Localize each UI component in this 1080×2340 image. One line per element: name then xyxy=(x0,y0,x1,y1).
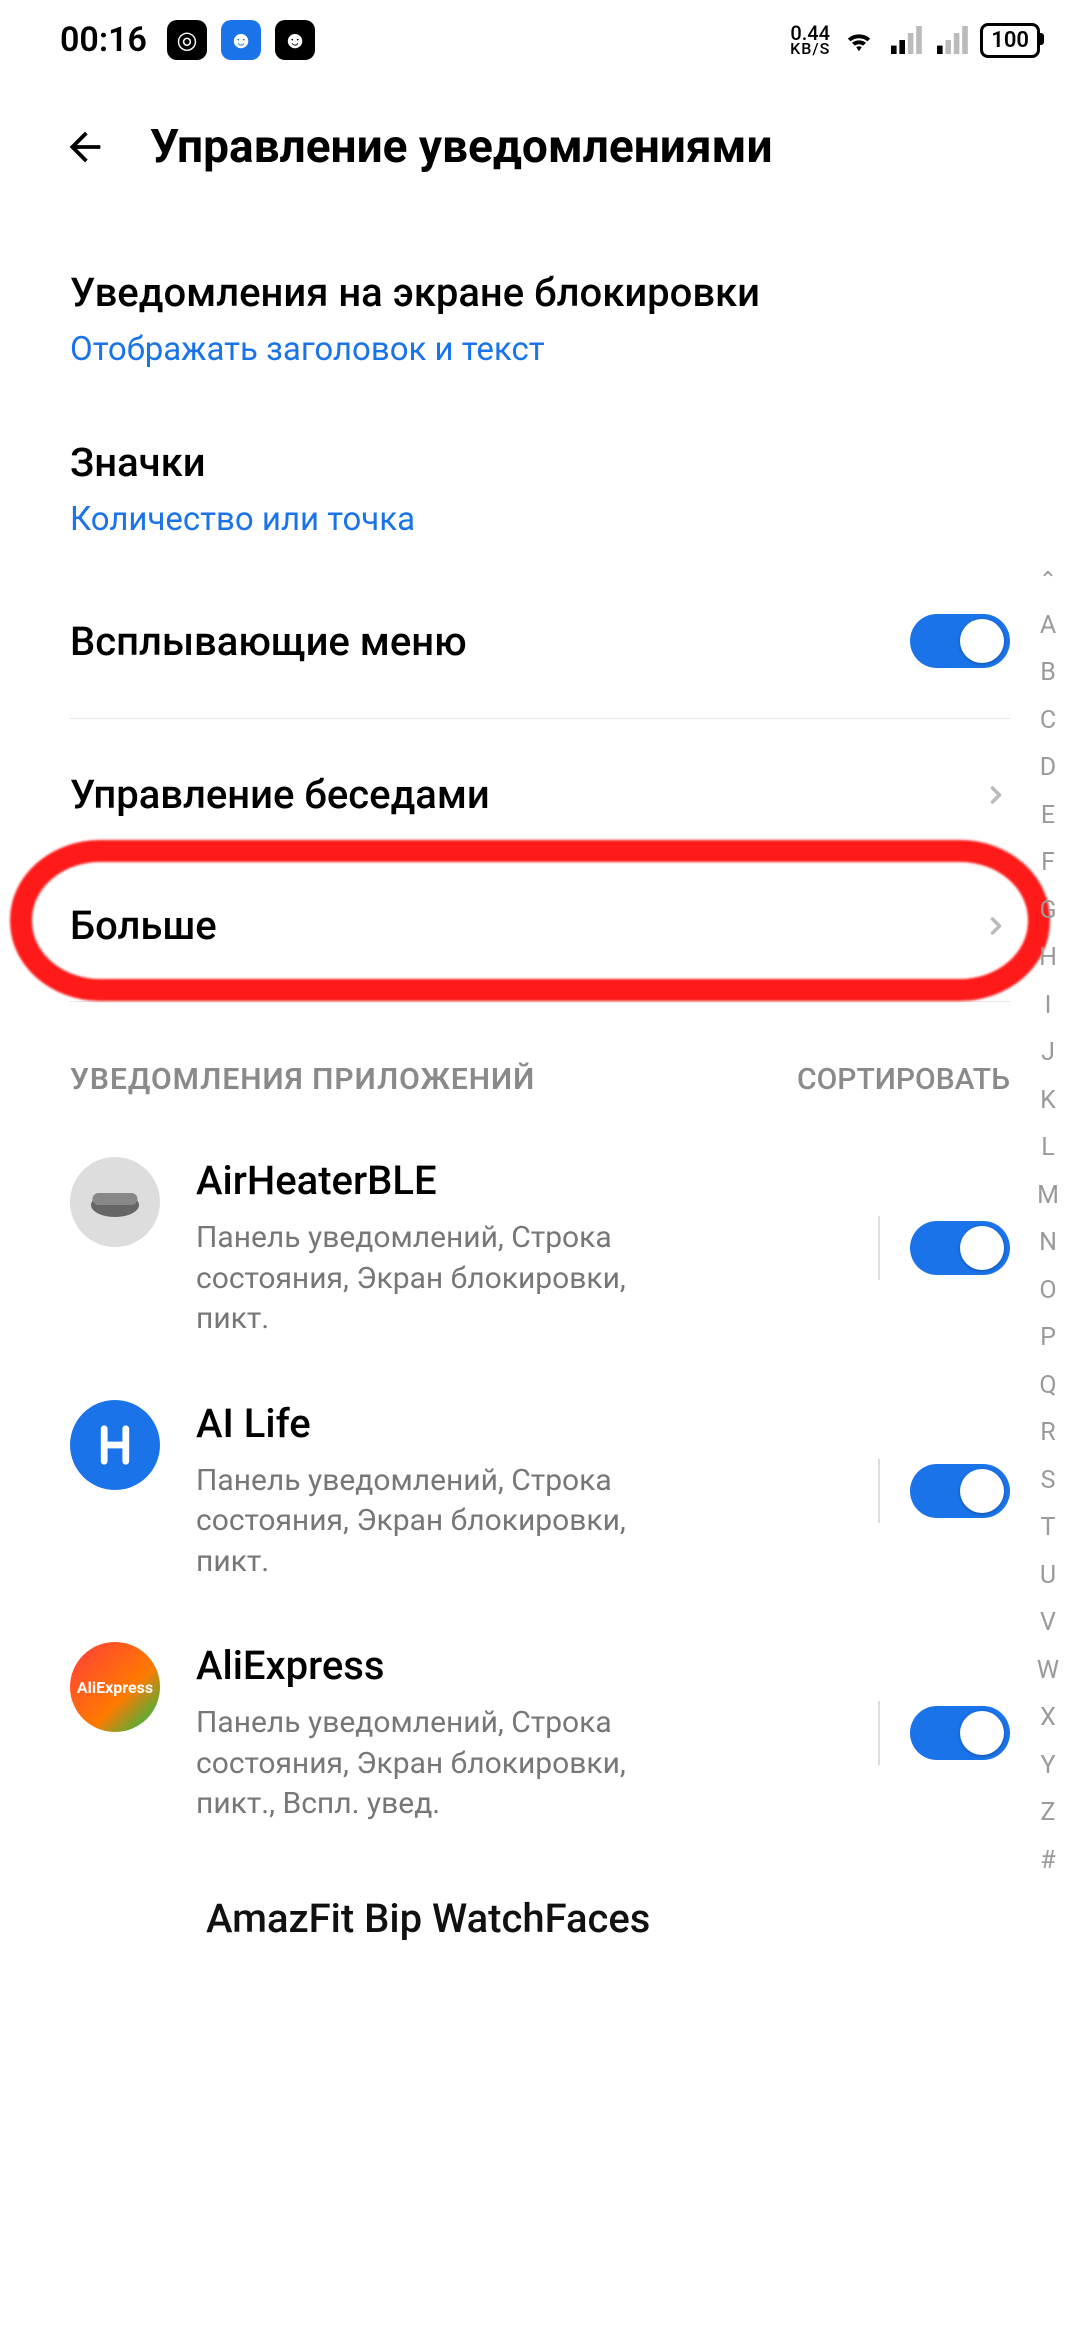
notif-icon-3: ☻ xyxy=(275,20,315,60)
alpha-letter[interactable]: W xyxy=(1030,1647,1066,1695)
scroll-top-icon[interactable]: ⌃ xyxy=(1030,560,1066,602)
network-speed-unit: KB/S xyxy=(790,42,830,56)
alpha-letter[interactable]: V xyxy=(1030,1599,1066,1647)
alpha-letter[interactable]: C xyxy=(1030,697,1066,745)
alpha-letter[interactable]: N xyxy=(1030,1219,1066,1267)
app-subtitle: Панель уведомлений, Строка состояния, Эк… xyxy=(196,1218,636,1340)
app-icon xyxy=(70,1157,160,1247)
row-badges[interactable]: Значки Количество или точка xyxy=(70,404,1010,574)
page-header: Управление уведомлениями xyxy=(0,80,1080,234)
app-subtitle: Панель уведомлений, Строка состояния, Эк… xyxy=(196,1461,636,1583)
row-subtitle: Отображать заголовок и текст xyxy=(70,330,1010,369)
signal-icon-1 xyxy=(888,26,922,54)
alpha-letter[interactable]: O xyxy=(1030,1267,1066,1315)
row-more[interactable]: Больше xyxy=(70,860,1010,991)
alpha-letter[interactable]: I xyxy=(1030,982,1066,1030)
status-notification-icons: ◎ ☻ ☻ xyxy=(167,20,315,60)
alpha-letter[interactable]: K xyxy=(1030,1077,1066,1125)
status-time: 00:16 xyxy=(60,20,147,60)
alpha-letter[interactable]: M xyxy=(1030,1172,1066,1220)
app-toggle[interactable] xyxy=(910,1706,1010,1760)
alpha-letter[interactable]: A xyxy=(1030,602,1066,650)
app-name: AmazFit Bip WatchFaces xyxy=(206,1895,650,1942)
wifi-icon xyxy=(842,26,876,54)
alpha-letter[interactable]: D xyxy=(1030,744,1066,792)
section-label: УВЕДОМЛЕНИЯ ПРИЛОЖЕНИЙ xyxy=(70,1062,535,1097)
app-icon xyxy=(70,1400,160,1490)
alpha-letter[interactable]: P xyxy=(1030,1314,1066,1362)
popup-toggle[interactable] xyxy=(910,614,1010,668)
alpha-letter[interactable]: Y xyxy=(1030,1742,1066,1790)
row-popup-menus[interactable]: Всплывающие меню xyxy=(70,574,1010,708)
row-conversation-management[interactable]: Управление беседами xyxy=(70,729,1010,860)
app-subtitle: Панель уведомлений, Строка состояния, Эк… xyxy=(196,1703,636,1825)
network-speed: 0.44 KB/S xyxy=(790,24,830,56)
notif-icon-2: ☻ xyxy=(221,20,261,60)
status-bar: 00:16 ◎ ☻ ☻ 0.44 KB/S xyxy=(0,0,1080,80)
alpha-letter[interactable]: T xyxy=(1030,1504,1066,1552)
chevron-right-icon xyxy=(982,781,1010,809)
alpha-letter[interactable]: H xyxy=(1030,934,1066,982)
alpha-letter[interactable]: X xyxy=(1030,1694,1066,1742)
row-title: Управление беседами xyxy=(70,771,490,818)
app-name: AI Life xyxy=(196,1400,842,1447)
alpha-letter[interactable]: B xyxy=(1030,649,1066,697)
divider xyxy=(70,1001,1010,1002)
alpha-letter[interactable]: U xyxy=(1030,1552,1066,1600)
row-subtitle: Количество или точка xyxy=(70,500,1010,539)
row-title: Значки xyxy=(70,439,1010,486)
app-icon: AliExpress xyxy=(70,1642,160,1732)
separator xyxy=(878,1701,880,1765)
separator xyxy=(878,1216,880,1280)
row-title: Всплывающие меню xyxy=(70,618,467,665)
app-row-ailife[interactable]: AI Life Панель уведомлений, Строка состо… xyxy=(70,1370,1010,1613)
app-name: AirHeaterBLE xyxy=(196,1157,842,1204)
row-title: Больше xyxy=(70,902,217,949)
alpha-letter[interactable]: F xyxy=(1030,839,1066,887)
app-notifications-section-header: УВЕДОМЛЕНИЯ ПРИЛОЖЕНИЙ СОРТИРОВАТЬ xyxy=(70,1012,1010,1127)
alpha-letter[interactable]: E xyxy=(1030,792,1066,840)
chevron-right-icon xyxy=(982,912,1010,940)
app-row-airheaterble[interactable]: AirHeaterBLE Панель уведомлений, Строка … xyxy=(70,1127,1010,1370)
alpha-letter[interactable]: Q xyxy=(1030,1362,1066,1410)
separator xyxy=(878,1459,880,1523)
alpha-letter[interactable]: R xyxy=(1030,1409,1066,1457)
sort-button[interactable]: СОРТИРОВАТЬ xyxy=(797,1062,1010,1097)
alpha-letter[interactable]: Z xyxy=(1030,1789,1066,1837)
battery-indicator: 100 xyxy=(980,23,1040,58)
alpha-letter[interactable]: J xyxy=(1030,1029,1066,1077)
app-row-truncated[interactable]: AmazFit Bip WatchFaces xyxy=(70,1855,1010,1942)
signal-icon-2 xyxy=(934,26,968,54)
notif-icon-1: ◎ xyxy=(167,20,207,60)
divider xyxy=(70,718,1010,719)
app-toggle[interactable] xyxy=(910,1464,1010,1518)
arrow-left-icon xyxy=(62,124,108,170)
app-toggle[interactable] xyxy=(910,1221,1010,1275)
app-name: AliExpress xyxy=(196,1642,842,1689)
alpha-letter[interactable]: G xyxy=(1030,887,1066,935)
page-title: Управление уведомлениями xyxy=(150,120,773,174)
alpha-letter[interactable]: S xyxy=(1030,1457,1066,1505)
row-title: Уведомления на экране блокировки xyxy=(70,269,1010,316)
alpha-letter[interactable]: L xyxy=(1030,1124,1066,1172)
app-row-aliexpress[interactable]: AliExpress AliExpress Панель уведомлений… xyxy=(70,1612,1010,1855)
alpha-letter[interactable]: # xyxy=(1030,1837,1066,1885)
alphabet-index[interactable]: ⌃ ABCDEFGHIJKLMNOPQRSTUVWXYZ# xyxy=(1030,560,1066,1884)
row-lockscreen-notifications[interactable]: Уведомления на экране блокировки Отображ… xyxy=(70,234,1010,404)
back-button[interactable] xyxy=(60,122,110,172)
